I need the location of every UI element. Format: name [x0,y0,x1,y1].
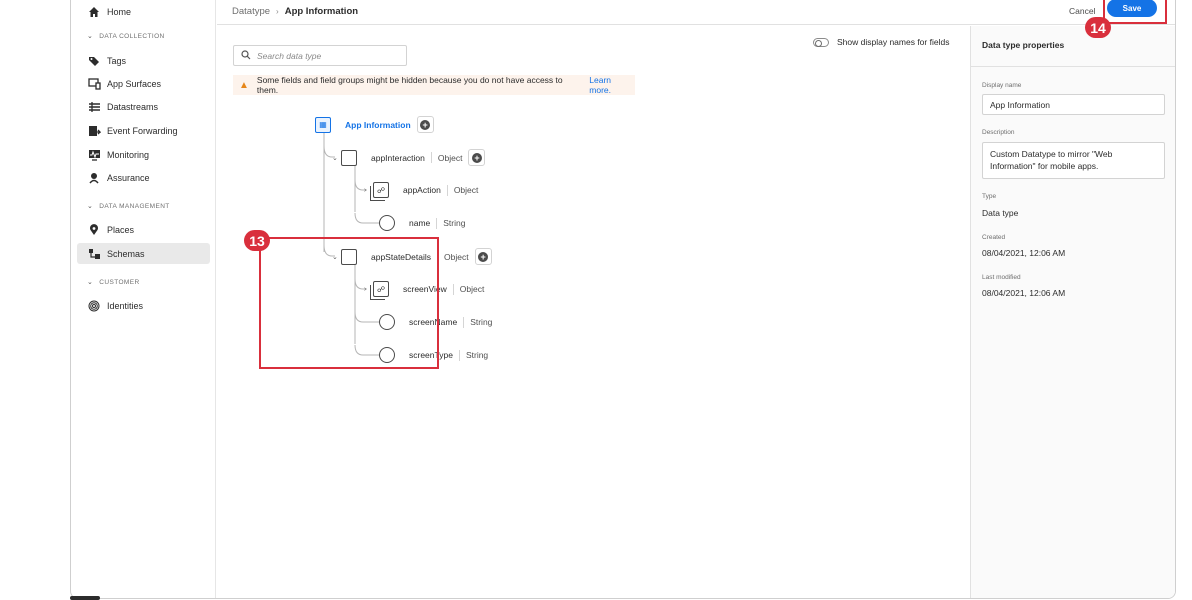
sidebar-item-home[interactable]: Home [77,1,210,22]
sidebar-item-identities[interactable]: Identities [77,295,210,316]
properties-panel: Data type properties Display name App In… [970,26,1175,598]
plus-icon: + [471,152,482,163]
header-bar: Datatype › App Information Cancel Save [217,0,1175,25]
field-type: Object [437,152,463,163]
sidebar-item-places[interactable]: Places [77,219,210,240]
plus-icon: + [478,251,489,262]
object-field-icon [341,149,357,166]
window-edge [70,596,100,600]
root-label: App Information [345,119,411,130]
display-name-label: Display name [982,82,1022,89]
sidebar-item-label: Home [107,6,132,17]
section-heading-data-management[interactable]: ⌄ DATA MANAGEMENT [87,202,170,211]
chevron-right-icon: › [276,7,279,16]
tree-node[interactable]: name String [379,215,465,231]
field-name: name [409,218,431,228]
app-window: Home ⌄ DATA COLLECTION Tags App Surfaces… [70,0,1176,599]
datastreams-icon [87,100,101,114]
tags-icon [87,54,101,68]
field-type: String [470,317,493,327]
link-object-icon: ☍ [370,182,389,201]
chevron-down-icon: ⌄ [87,203,94,210]
sidebar-item-app-surfaces[interactable]: App Surfaces [77,73,210,94]
breadcrumb-parent[interactable]: Datatype [232,6,270,17]
callout-box-tree [259,237,439,369]
field-type: String [465,350,489,360]
field-type: Object [453,185,479,195]
field-type: Object [444,251,469,262]
field-type: Object [459,284,485,294]
type-label: Type [982,193,997,200]
description-label: Description [982,129,1015,136]
string-field-icon [379,215,395,231]
chevron-down-icon: ⌄ [87,279,94,286]
sidebar-item-tags[interactable]: Tags [77,50,210,71]
field-name: appInteraction [371,152,425,163]
type-value: Data type [982,208,1019,218]
breadcrumb: Datatype › App Information [232,6,358,17]
section-heading-customer[interactable]: ⌄ CUSTOMER [87,278,140,287]
callout-badge-14: 14 [1085,17,1111,38]
created-label: Created [982,234,1006,241]
assurance-icon [87,171,101,185]
tree-node[interactable]: ⌄ appInteraction Object + [332,149,486,166]
section-heading-data-collection[interactable]: ⌄ DATA COLLECTION [87,32,165,41]
add-field-button[interactable]: + [416,116,434,133]
callout-box-save [1103,0,1167,24]
sidebar-item-schemas[interactable]: Schemas [77,243,210,264]
left-nav: Home ⌄ DATA COLLECTION Tags App Surfaces… [71,0,216,598]
map-pin-icon [87,223,101,237]
sidebar-item-event-forwarding[interactable]: Event Forwarding [77,120,210,141]
breadcrumb-current: App Information [284,6,359,17]
callout-badge-13: 13 [244,230,270,251]
field-type: String [443,218,466,228]
plus-icon: + [420,119,431,130]
modified-value: 08/04/2021, 12:06 AM [982,288,1066,298]
app-surfaces-icon [87,77,101,91]
modified-label: Last modified [982,274,1021,281]
fingerprint-icon [87,299,101,313]
panel-title: Data type properties [982,40,1065,50]
schemas-icon [87,247,101,261]
add-field-button[interactable]: + [474,248,492,265]
tree-node[interactable]: › ☍ appAction Object [364,182,479,201]
event-forwarding-icon [87,124,101,138]
field-name: appAction [403,185,441,195]
tree-root[interactable]: ▦ App Information + [315,116,434,133]
description-field[interactable]: Custom Datatype to mirror "Web Informati… [982,142,1165,179]
display-name-field[interactable]: App Information [982,94,1165,115]
datatype-root-icon: ▦ [315,116,331,133]
sidebar-item-monitoring[interactable]: Monitoring [77,144,210,165]
sidebar-item-assurance[interactable]: Assurance [77,167,210,188]
sidebar-item-datastreams[interactable]: Datastreams [77,96,210,117]
chevron-down-icon: ⌄ [87,33,94,40]
home-icon [87,5,101,19]
add-field-button[interactable]: + [468,149,486,166]
chevron-down-icon: ⌄ [332,154,338,162]
created-value: 08/04/2021, 12:06 AM [982,248,1066,258]
monitoring-icon [87,148,101,162]
